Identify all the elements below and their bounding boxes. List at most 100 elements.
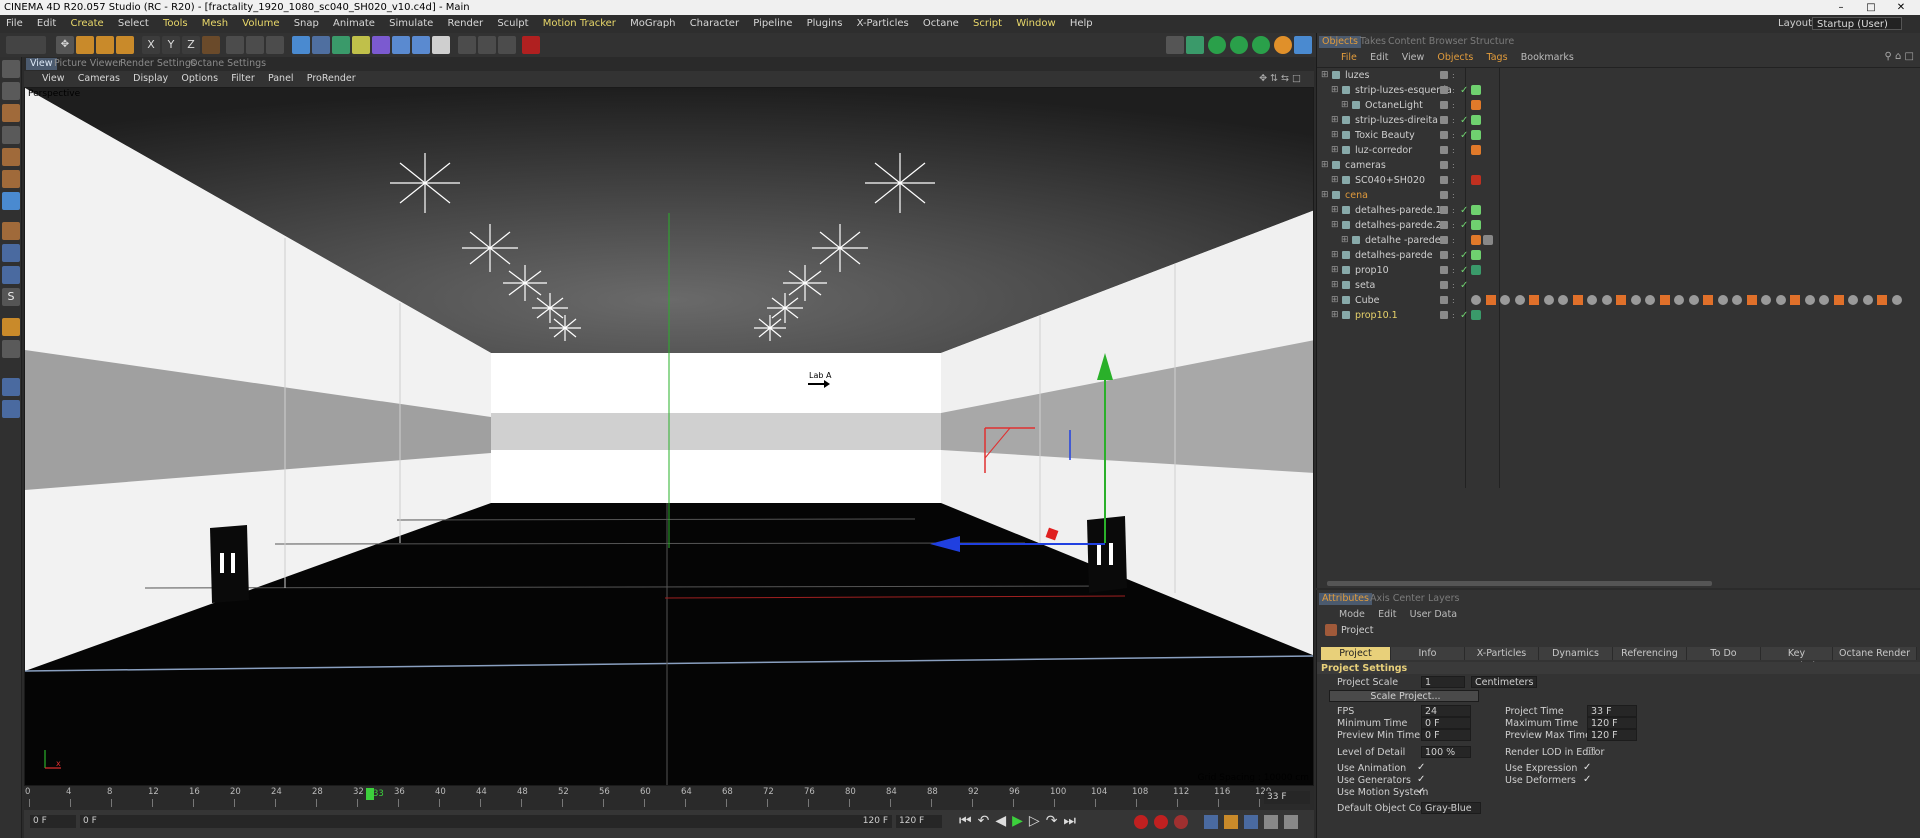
layer-visibility-icon[interactable] [1440, 131, 1448, 139]
environment-icon[interactable] [392, 36, 410, 54]
layer-visibility-icon[interactable] [1440, 236, 1448, 244]
menu-octane[interactable]: Octane [923, 18, 959, 29]
material-tag-icon[interactable] [1717, 295, 1728, 305]
material-tag-icon[interactable] [1804, 295, 1815, 305]
expand-icon[interactable]: ⊞ [1331, 263, 1339, 278]
enabled-check-icon[interactable]: ✓ [1460, 263, 1468, 278]
mograph-cloner-icon[interactable] [352, 36, 370, 54]
editor-render-dots-icon[interactable]: : [1452, 146, 1457, 155]
menu-select[interactable]: Select [118, 18, 149, 29]
tab-layers[interactable]: Layers [1425, 593, 1462, 605]
expand-icon[interactable]: ⊞ [1331, 83, 1339, 98]
object-row[interactable]: ⊞ detalhes-parede.2: ✓ [1317, 218, 1920, 233]
editor-render-dots-icon[interactable]: : [1452, 266, 1457, 275]
subtab-info[interactable]: Info [1391, 647, 1465, 660]
object-name[interactable]: seta [1355, 278, 1375, 293]
objects-horizontal-scrollbar[interactable] [1327, 581, 1712, 586]
material-tag-icon[interactable] [1485, 295, 1496, 305]
object-name[interactable]: Toxic Beauty [1355, 128, 1415, 143]
material-tag-icon[interactable] [1645, 295, 1655, 305]
viewport-menu-view[interactable]: View [42, 73, 65, 84]
camera-object-icon[interactable] [412, 36, 430, 54]
menu-file[interactable]: File [6, 18, 23, 29]
material-tag-icon[interactable] [1630, 295, 1641, 305]
workplane-mode-icon[interactable] [2, 126, 20, 144]
expand-icon[interactable]: ⊞ [1331, 143, 1339, 158]
object-name[interactable]: detalhes-parede [1355, 248, 1433, 263]
xp-system-icon[interactable] [1208, 36, 1226, 54]
paint-icon[interactable] [2, 400, 20, 418]
editor-render-dots-icon[interactable]: : [1452, 206, 1457, 215]
expand-icon[interactable]: ⊞ [1331, 113, 1339, 128]
menu-snap[interactable]: Snap [294, 18, 319, 29]
next-frame-icon[interactable]: ▷ [1029, 813, 1046, 829]
material-tag-icon[interactable] [1790, 295, 1800, 305]
quantize-icon[interactable] [2, 378, 20, 396]
z-axis-icon[interactable]: Z [182, 36, 200, 54]
obj-menu-bookmarks[interactable]: Bookmarks [1521, 52, 1574, 63]
material-tag-icon[interactable] [1587, 295, 1597, 305]
live-select-icon[interactable] [116, 36, 134, 54]
layer-visibility-icon[interactable] [1440, 101, 1448, 109]
object-name[interactable]: cameras [1345, 158, 1386, 173]
expand-icon[interactable]: ⊞ [1321, 158, 1329, 173]
polygons-mode-icon[interactable] [2, 192, 20, 210]
viewport-nav-icon[interactable]: ✥ ⇅ ⇆ □ [1259, 71, 1301, 87]
use-expression-checkbox[interactable]: ✓ [1583, 762, 1591, 773]
object-row[interactable]: ⊞ strip-luzes-direita: ✓ [1317, 113, 1920, 128]
material-tag-icon[interactable] [1732, 295, 1742, 305]
object-row[interactable]: ⊞ prop10: ✓ [1317, 263, 1920, 278]
octane-icon[interactable] [1274, 36, 1292, 54]
lod-field[interactable]: 100 % [1421, 746, 1471, 758]
object-tag-icon[interactable] [1471, 130, 1481, 140]
subtab-octane-render[interactable]: Octane Render [1833, 647, 1917, 660]
enabled-check-icon[interactable]: ✓ [1460, 83, 1468, 98]
close-icon[interactable]: ✕ [1886, 0, 1916, 15]
undo-redo-icon[interactable] [6, 36, 46, 54]
material-tag-icon[interactable] [1891, 295, 1902, 305]
object-name[interactable]: strip-luzes-esquerda [1355, 83, 1452, 98]
editor-render-dots-icon[interactable]: : [1452, 311, 1457, 320]
3d-viewport[interactable]: Perspective Lab A x Grid Spacing : 10000… [24, 87, 1314, 786]
editor-render-dots-icon[interactable]: : [1452, 221, 1457, 230]
prev-key-icon[interactable]: ↶ [978, 813, 996, 829]
min-time-field[interactable]: 0 F [1421, 717, 1471, 729]
layer-visibility-icon[interactable] [1440, 266, 1448, 274]
use-deformers-checkbox[interactable]: ✓ [1583, 774, 1591, 785]
tab-axis-center[interactable]: Axis Center [1367, 593, 1428, 605]
script-icon[interactable] [1166, 36, 1184, 54]
object-tag-icon[interactable] [1471, 220, 1481, 230]
object-tag-icon[interactable] [1483, 235, 1493, 245]
material-tag-icon[interactable] [1848, 295, 1858, 305]
texture-mode-icon[interactable] [2, 104, 20, 122]
viewport-solo-icon[interactable] [2, 266, 20, 284]
layer-visibility-icon[interactable] [1440, 71, 1448, 79]
material-tag-icon[interactable] [1819, 295, 1829, 305]
material-tag-icon[interactable] [1500, 295, 1510, 305]
expand-icon[interactable]: ⊞ [1331, 308, 1339, 323]
object-tag-icon[interactable] [1471, 310, 1481, 320]
object-name[interactable]: cena [1345, 188, 1368, 203]
menu-pipeline[interactable]: Pipeline [753, 18, 792, 29]
object-row[interactable]: ⊞ prop10.1: ✓ [1317, 308, 1920, 323]
object-name[interactable]: luz-corredor [1355, 143, 1412, 158]
enabled-check-icon[interactable]: ✓ [1460, 203, 1468, 218]
cube-primitive-icon[interactable] [292, 36, 310, 54]
menu-mesh[interactable]: Mesh [202, 18, 228, 29]
model-mode-icon[interactable] [2, 82, 20, 100]
object-name[interactable]: prop10 [1355, 263, 1389, 278]
material-tag-icon[interactable] [1833, 295, 1844, 305]
material-tag-icon[interactable] [1572, 295, 1583, 305]
render-settings-icon[interactable] [266, 36, 284, 54]
object-tag-icon[interactable] [1471, 265, 1481, 275]
subtab-x-particles[interactable]: X-Particles [1465, 647, 1539, 660]
editor-render-dots-icon[interactable]: : [1452, 71, 1457, 80]
menu-mograph[interactable]: MoGraph [630, 18, 675, 29]
layer-visibility-icon[interactable] [1440, 251, 1448, 259]
object-tag-icon[interactable] [1471, 115, 1481, 125]
goto-end-icon[interactable]: ⏭ [1063, 813, 1082, 829]
viewport-menu-display[interactable]: Display [133, 73, 168, 84]
pen-spline-icon[interactable] [312, 36, 330, 54]
material-tag-icon[interactable] [1616, 295, 1626, 305]
layout-select[interactable]: Startup (User) [1812, 17, 1902, 30]
